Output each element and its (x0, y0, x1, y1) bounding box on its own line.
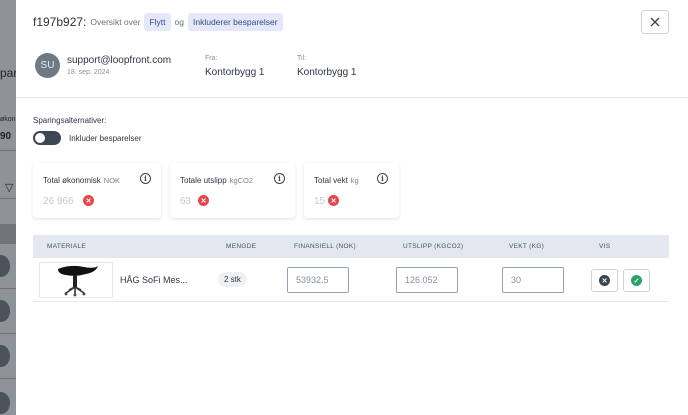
to-value: Kontorbygg 1 (297, 67, 357, 78)
x-circle-icon: ✕ (328, 195, 339, 206)
column-header-emission: UTSLIPP (KGCO2) (403, 243, 464, 250)
column-header-financial: FINANSIELL (NOK) (294, 243, 356, 250)
savings-options-title: Sparingsalternativer: (33, 116, 107, 125)
card-value: 15 (314, 196, 326, 207)
user-date: 18. sep. 2024 (67, 69, 110, 76)
total-weight-card: Total vekt kg i 15 ✕ (304, 163, 399, 218)
savings-chip: Inkluderer besparelser (188, 13, 283, 31)
header-divider (16, 97, 688, 98)
from-label: Fra: (205, 55, 218, 62)
modal-title: f197b927: Oversikt over Flytt og Inklude… (33, 13, 283, 31)
title-subtitle: Oversikt over (90, 17, 141, 27)
to-label: Til: (297, 55, 307, 62)
product-name[interactable]: HÅG SoFi Mes... (120, 275, 188, 285)
x-circle-icon: ✕ (83, 195, 94, 206)
column-header-show: VIS (599, 243, 611, 250)
card-unit: kgCO2 (229, 176, 254, 185)
card-value: 26 966 (43, 196, 74, 207)
x-circle-icon: ✕ (198, 195, 209, 206)
close-button[interactable] (641, 10, 669, 34)
weight-input[interactable]: 30 (502, 267, 564, 293)
card-value: 63 (180, 196, 192, 207)
card-unit: kg (350, 176, 359, 185)
reject-button[interactable]: ✕ (591, 269, 618, 292)
avatar: SU (35, 53, 60, 78)
filter-icon: ▽ (5, 182, 14, 194)
financial-input[interactable]: 53932.5 (287, 267, 349, 293)
info-icon[interactable]: i (377, 173, 388, 184)
accept-button[interactable]: ✓ (623, 269, 650, 292)
include-savings-toggle[interactable] (33, 131, 61, 145)
table-header: MATERIALE MENGDE FINANSIELL (NOK) UTSLIP… (33, 235, 669, 258)
info-icon[interactable]: i (274, 173, 285, 184)
title-connector: og (174, 17, 184, 27)
saddle-chair-image (58, 265, 98, 297)
check-circle-icon: ✓ (631, 275, 642, 286)
user-email: support@loopfront.com (67, 55, 172, 66)
move-overview-modal: f197b927: Oversikt over Flytt og Inklude… (16, 0, 688, 415)
background-text-fragment: par (0, 66, 18, 80)
card-label: Totale utslipp kgCO2 (180, 176, 254, 185)
table-row: HÅG SoFi Mes... 2 stk 53932.5 126.052 30… (33, 258, 669, 302)
background-text-fragment: 90 (0, 131, 12, 142)
include-savings-label: Inkluder besparelser (69, 134, 142, 143)
quantity-badge: 2 stk (218, 272, 247, 287)
info-icon[interactable]: i (140, 173, 151, 184)
move-chip: Flytt (144, 13, 171, 31)
card-unit: NOK (103, 176, 121, 185)
x-circle-icon: ✕ (599, 275, 610, 286)
emission-input[interactable]: 126.052 (396, 267, 458, 293)
project-id: f197b927: (33, 15, 87, 29)
card-label: Total økonomisk NOK (43, 176, 121, 185)
toggle-knob (35, 133, 45, 143)
product-image (39, 262, 113, 298)
close-icon (650, 17, 660, 27)
column-header-weight: VEKT (KG) (509, 243, 545, 250)
card-label: Total vekt kg (314, 176, 359, 185)
column-header-quantity: MENGDE (226, 243, 257, 250)
total-economic-card: Total økonomisk NOK i 26 966 ✕ (33, 163, 161, 218)
from-value: Kontorbygg 1 (205, 67, 265, 78)
total-emissions-card: Totale utslipp kgCO2 i 63 ✕ (170, 163, 295, 218)
column-header-material: MATERIALE (47, 243, 87, 250)
background-text-fragment: økon (0, 116, 16, 123)
